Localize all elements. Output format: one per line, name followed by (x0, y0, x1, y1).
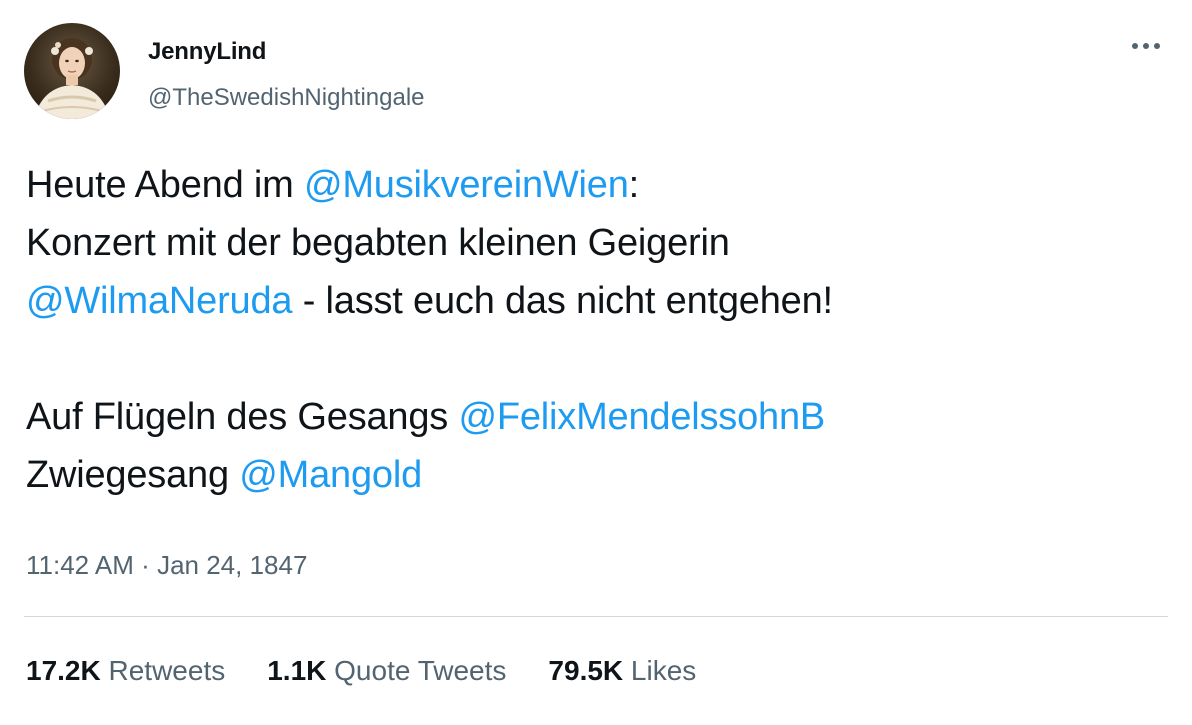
quote-tweets-count: 1.1K (267, 655, 327, 686)
user-handle[interactable]: @TheSwedishNightingale (148, 84, 425, 112)
quote-tweets-stat[interactable]: 1.1K Quote Tweets (267, 655, 506, 687)
retweets-count: 17.2K (26, 655, 101, 686)
more-options-button[interactable] (1126, 30, 1166, 62)
tweet-line-5: Zwiegesang @Mangold (26, 446, 1166, 504)
mention-link[interactable]: @WilmaNeruda (26, 280, 293, 322)
retweets-label: Retweets (108, 655, 226, 686)
text-segment: : (628, 164, 640, 206)
line-break (26, 330, 1166, 388)
tweet-line-3: @WilmaNeruda - lasst euch das nicht entg… (26, 272, 1166, 330)
more-horizontal-icon (1132, 43, 1160, 49)
mention-link[interactable]: @MusikvereinWien (304, 164, 629, 206)
text-segment: Zwiegesang (26, 454, 240, 496)
tweet-line-2: Konzert mit der begabten kleinen Geigeri… (26, 214, 1166, 272)
portrait-avatar-icon (34, 38, 110, 119)
tweet-timestamp: 11:42 AM · Jan 24, 1847 (26, 550, 307, 581)
tweet-line-4: Auf Flügeln des Gesangs @FelixMendelssoh… (26, 388, 1166, 446)
tweet-time[interactable]: 11:42 AM (26, 550, 134, 580)
mention-link[interactable]: @FelixMendelssohnB (458, 396, 825, 438)
divider (24, 616, 1168, 617)
retweets-stat[interactable]: 17.2K Retweets (26, 655, 225, 687)
mention-link[interactable]: @Mangold (239, 454, 422, 496)
text-segment: Konzert mit der begabten kleinen Geigeri… (26, 222, 730, 264)
text-segment: - lasst euch das nicht entgehen! (292, 280, 833, 322)
text-segment: Heute Abend im (26, 164, 304, 206)
avatar[interactable] (24, 23, 120, 119)
tweet-date[interactable]: Jan 24, 1847 (157, 550, 307, 580)
text-segment: Auf Flügeln des Gesangs (26, 396, 459, 438)
tweet-text: Heute Abend im @MusikvereinWien: Konzert… (26, 156, 1166, 504)
separator-dot: · (141, 550, 150, 580)
quote-tweets-label: Quote Tweets (334, 655, 507, 686)
tweet-card: JennyLind @TheSwedishNightingale Heute A… (0, 0, 1192, 725)
likes-count: 79.5K (548, 655, 624, 686)
tweet-line-1: Heute Abend im @MusikvereinWien: (26, 156, 1166, 214)
likes-stat[interactable]: 79.5K Likes (548, 655, 696, 687)
likes-label: Likes (630, 655, 697, 686)
engagement-stats: 17.2K Retweets 1.1K Quote Tweets 79.5K L… (26, 655, 696, 687)
display-name[interactable]: JennyLind (148, 38, 266, 66)
